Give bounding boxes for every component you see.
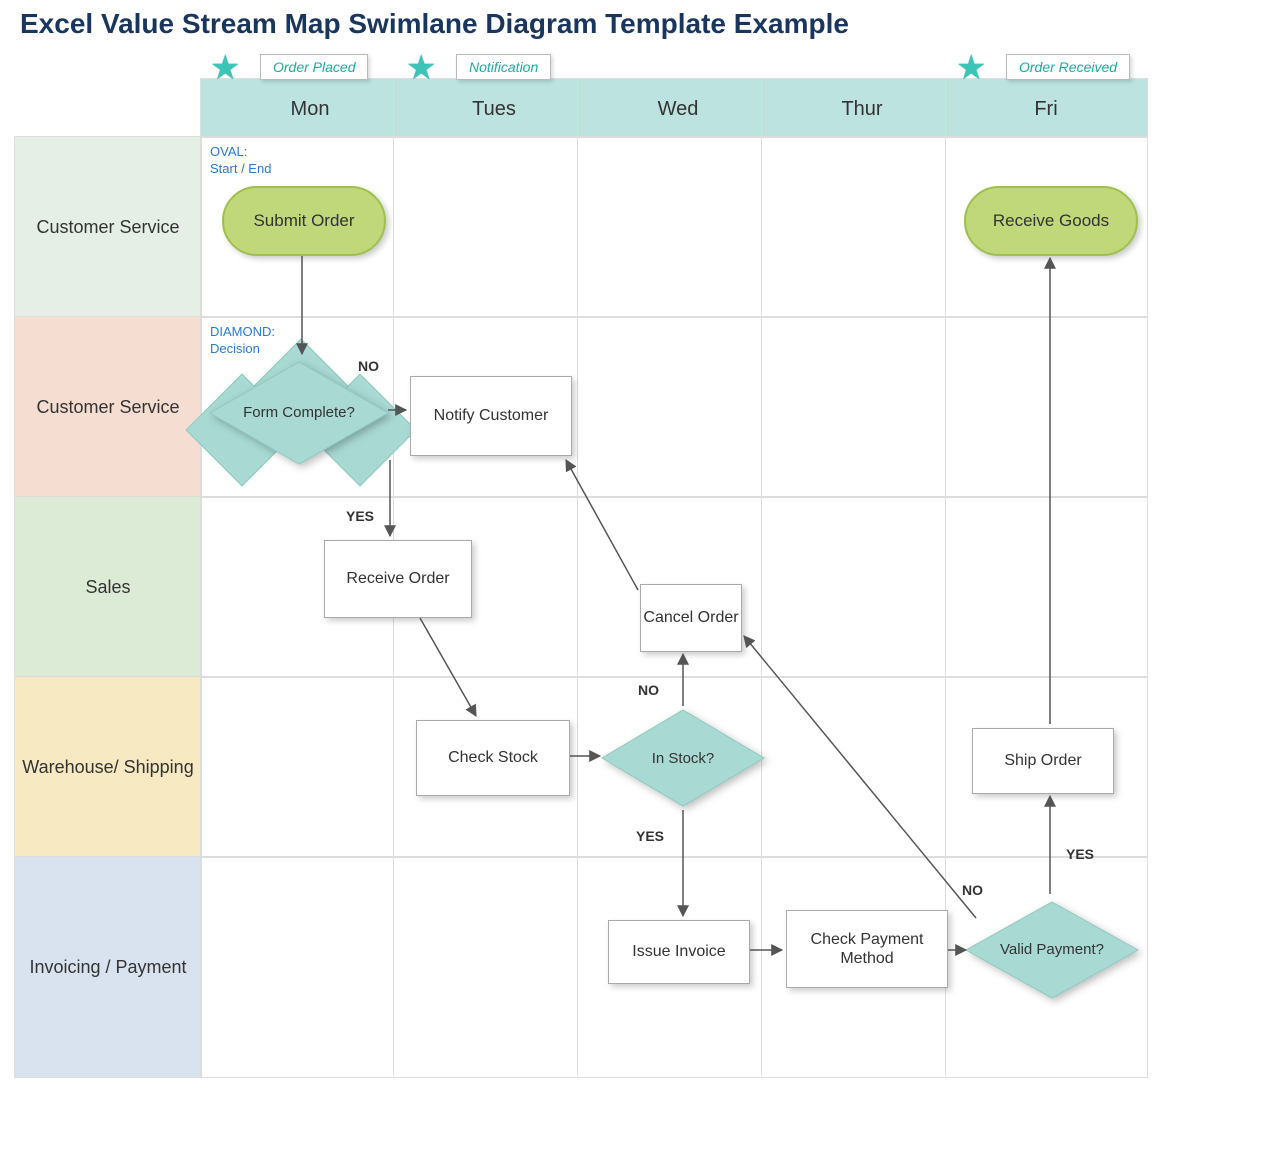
edge-label-yes-3: YES: [1066, 846, 1094, 862]
day-mon: Mon: [260, 98, 360, 121]
node-submit-order: Submit Order: [222, 186, 386, 256]
star-icon: ★: [406, 48, 436, 88]
lane-label-warehouse: Warehouse/ Shipping: [14, 676, 202, 858]
milestone-order-placed: Order Placed: [260, 54, 368, 80]
milestone-notification: Notification: [456, 54, 551, 80]
node-receive-goods: Receive Goods: [964, 186, 1138, 256]
annotation-diamond: DIAMOND: Decision: [210, 324, 275, 358]
page-title: Excel Value Stream Map Swimlane Diagram …: [20, 8, 849, 40]
day-thur: Thur: [812, 98, 912, 121]
node-valid-payment: Valid Payment?: [962, 898, 1142, 1002]
edge-label-yes-1: YES: [346, 508, 374, 524]
node-receive-order: Receive Order: [324, 540, 472, 618]
lane-label-invoicing: Invoicing / Payment: [14, 856, 202, 1078]
lane-label-sales: Sales: [14, 496, 202, 678]
node-notify-customer: Notify Customer: [410, 376, 572, 456]
col-sep-3: [761, 78, 762, 1076]
star-icon: ★: [956, 48, 986, 88]
edge-label-no-2: NO: [638, 682, 659, 698]
day-fri: Fri: [996, 98, 1096, 121]
col-sep-2: [577, 78, 578, 1076]
star-icon: ★: [210, 48, 240, 88]
annotation-oval: OVAL: Start / End: [210, 144, 271, 178]
lane-label-customer-service-1: Customer Service: [14, 136, 202, 318]
milestone-order-received: Order Received: [1006, 54, 1130, 80]
edge-label-yes-2: YES: [636, 828, 664, 844]
day-tues: Tues: [444, 98, 544, 121]
node-issue-invoice: Issue Invoice: [608, 920, 750, 984]
edge-label-no-1: NO: [358, 358, 379, 374]
day-wed: Wed: [628, 98, 728, 121]
lane-label-customer-service-2: Customer Service: [14, 316, 202, 498]
node-check-payment: Check Payment Method: [786, 910, 948, 988]
edge-label-no-3: NO: [962, 882, 983, 898]
swimlane-diagram: Excel Value Stream Map Swimlane Diagram …: [0, 0, 1285, 1157]
node-cancel-order: Cancel Order: [640, 584, 742, 652]
node-in-stock: In Stock?: [598, 706, 768, 810]
node-form-complete: Form Complete?: [206, 358, 392, 468]
node-ship-order: Ship Order: [972, 728, 1114, 794]
node-check-stock: Check Stock: [416, 720, 570, 796]
